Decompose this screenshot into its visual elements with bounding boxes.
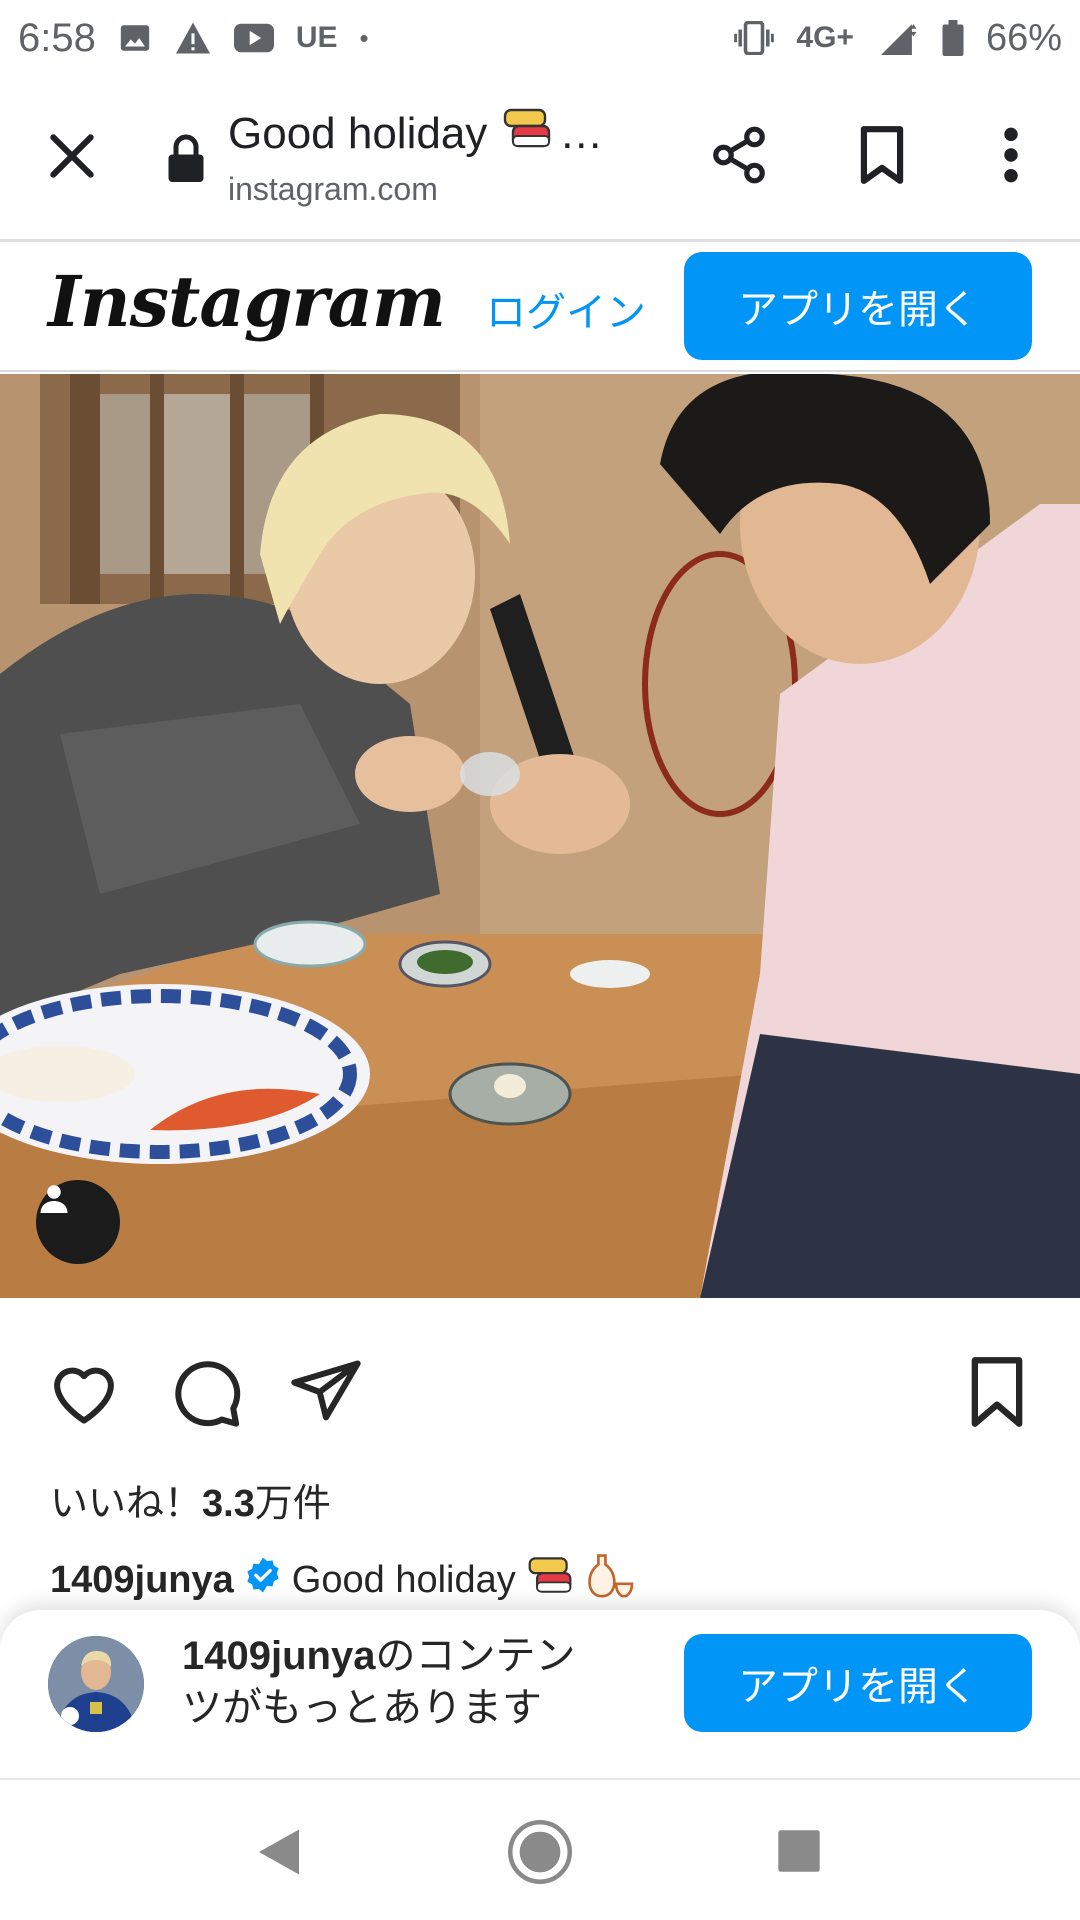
sheet-message: 1409junyaのコンテンツがもっとあります	[182, 1630, 602, 1734]
open-app-sheet: 1409junyaのコンテンツがもっとあります アプリを開く	[0, 1610, 1080, 1778]
signal-icon	[876, 21, 920, 55]
page-title: Good holiday …	[228, 106, 648, 161]
lock-icon[interactable]	[166, 132, 206, 182]
likes-prefix: いいね！	[50, 1483, 203, 1525]
share-icon[interactable]	[708, 124, 770, 186]
like-icon[interactable]	[46, 1354, 122, 1430]
post-actions	[0, 1298, 1080, 1478]
sushi-emoji-icon	[526, 1554, 574, 1606]
battery-percent: 66%	[985, 16, 1062, 59]
browser-toolbar: Good holiday … instagram.com	[0, 76, 1080, 242]
bookmark-icon[interactable]	[856, 124, 908, 186]
carrier-label: UE	[295, 21, 338, 54]
system-nav-bar	[0, 1778, 1080, 1920]
more-vert-icon[interactable]	[996, 124, 1026, 186]
likes-suffix: 万件	[254, 1483, 331, 1525]
like-count[interactable]: いいね！3.3万件	[50, 1472, 331, 1527]
battery-icon	[942, 20, 964, 56]
sushi-emoji-icon	[501, 106, 553, 161]
caption-text: Good holiday	[291, 1558, 516, 1601]
home-icon[interactable]	[506, 1818, 574, 1886]
login-link[interactable]: ログイン	[486, 280, 646, 338]
avatar-image	[48, 1636, 144, 1732]
warning-icon	[174, 21, 212, 55]
instagram-logo[interactable]: Instagram	[48, 260, 446, 343]
recent-apps-icon[interactable]	[776, 1828, 822, 1874]
save-icon[interactable]	[964, 1354, 1030, 1430]
sheet-open-app-button[interactable]: アプリを開く	[684, 1634, 1032, 1732]
verified-badge-icon	[244, 1556, 282, 1604]
likes-number: 3.3	[202, 1483, 255, 1525]
back-icon[interactable]	[254, 1824, 304, 1880]
sake-emoji-icon	[584, 1552, 634, 1608]
photo-illustration	[0, 374, 1080, 1298]
status-time: 6:58	[18, 15, 96, 60]
open-app-button[interactable]: アプリを開く	[684, 252, 1032, 360]
youtube-icon	[233, 23, 274, 53]
avatar[interactable]	[48, 1636, 144, 1732]
post-photo[interactable]	[0, 374, 1080, 1298]
page-title-area[interactable]: Good holiday … instagram.com	[228, 106, 648, 208]
caption-username[interactable]: 1409junya	[50, 1559, 234, 1602]
network-type: 4G+	[796, 21, 854, 54]
post-caption: 1409junya Good holiday	[50, 1552, 634, 1608]
page-url: instagram.com	[228, 171, 438, 207]
tagged-user-button[interactable]	[36, 1180, 120, 1264]
comment-icon[interactable]	[168, 1354, 244, 1430]
status-right: 4G+ 66%	[734, 17, 1062, 60]
send-icon[interactable]	[288, 1354, 364, 1430]
page-title-text: Good holiday	[228, 108, 488, 158]
close-icon[interactable]	[44, 128, 100, 184]
image-icon	[118, 21, 152, 55]
status-left: 6:58 UE •	[18, 16, 369, 61]
instagram-header: Instagram ログイン アプリを開く	[0, 242, 1080, 372]
status-bar: 6:58 UE • 4G+ 66%	[0, 0, 1080, 76]
sheet-username: 1409junya	[182, 1634, 376, 1678]
vibrate-icon	[734, 21, 775, 55]
page-title-ellipsis: …	[559, 108, 604, 158]
status-dot: •	[359, 22, 369, 53]
